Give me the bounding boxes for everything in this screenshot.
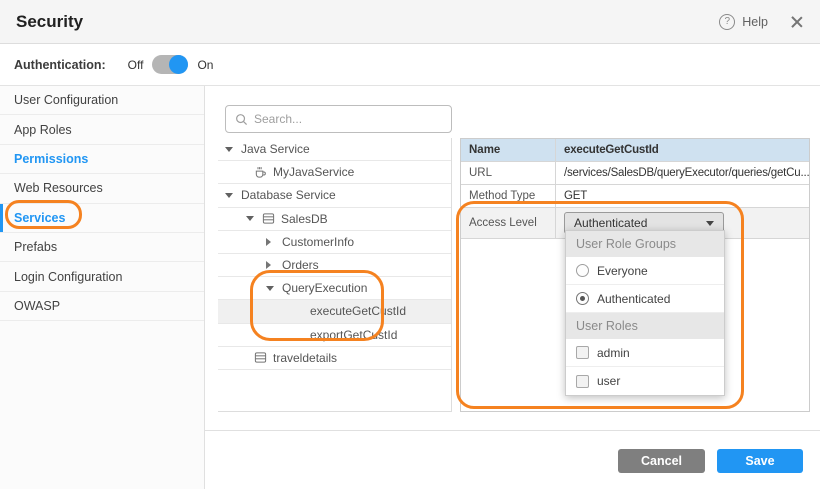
sidebar: User Configuration App Roles Permissions We… xyxy=(0,86,205,489)
tree-node-java-service[interactable]: Java Service xyxy=(218,138,451,161)
sidebar-item-user-configuration[interactable]: User Configuration xyxy=(0,86,204,115)
tree-node-label: exportGetCustId xyxy=(310,328,397,342)
radio-icon[interactable] xyxy=(576,264,589,277)
dropdown-option-label: admin xyxy=(597,346,630,360)
access-level-dropdown: User Role Groups Everyone Authenticated Use… xyxy=(565,230,725,396)
detail-row-label: Method Type xyxy=(461,185,556,207)
checkbox-icon[interactable] xyxy=(576,375,589,388)
detail-row-label: URL xyxy=(461,162,556,184)
tree-node-traveldetails[interactable]: traveldetails xyxy=(218,347,451,370)
checkbox-icon[interactable] xyxy=(576,346,589,359)
toggle-on-label: On xyxy=(197,58,213,72)
toggle-off-label: Off xyxy=(128,58,144,72)
chevron-right-icon[interactable] xyxy=(266,237,276,247)
tree-node-label: Database Service xyxy=(241,188,336,202)
sidebar-item-app-roles[interactable]: App Roles xyxy=(0,115,204,144)
tree-node-database-service[interactable]: Database Service xyxy=(218,184,451,207)
detail-row-value: GET xyxy=(556,185,809,207)
save-button[interactable]: Save xyxy=(717,449,803,473)
database-icon xyxy=(254,351,267,364)
chevron-down-icon[interactable] xyxy=(225,190,235,200)
tree-node-orders[interactable]: Orders xyxy=(218,254,451,277)
tree-node-executegetcustid[interactable]: executeGetCustId xyxy=(218,300,451,323)
toggle-knob xyxy=(169,55,188,74)
dropdown-option-label: user xyxy=(597,374,620,388)
tree-node-label: Orders xyxy=(282,258,319,272)
search-icon xyxy=(235,113,248,126)
sidebar-item-web-resources[interactable]: Web Resources xyxy=(0,174,204,203)
detail-row-method-type: Method TypeGET xyxy=(461,185,809,208)
dropdown-option-label: Authenticated xyxy=(597,292,670,306)
search-input[interactable] xyxy=(254,112,442,126)
auth-bar: Authentication: Off On xyxy=(0,44,820,86)
radio-icon[interactable] xyxy=(576,292,589,305)
tree-node-exportgetcustid[interactable]: exportGetCustId xyxy=(218,324,451,347)
database-icon xyxy=(262,212,275,225)
dropdown-group-header: User Roles xyxy=(566,313,724,339)
authentication-label: Authentication: xyxy=(14,58,106,72)
tree-node-salesdb[interactable]: SalesDB xyxy=(218,208,451,231)
dropdown-option-label: Everyone xyxy=(597,264,648,278)
security-dialog: Security ? Help Authentication: Off On U… xyxy=(0,0,820,489)
chevron-right-icon[interactable] xyxy=(266,260,276,270)
sidebar-item-label: User Configuration xyxy=(14,93,118,107)
service-tree: Java Service MyJavaService Database Servic… xyxy=(218,138,452,412)
chevron-down-icon[interactable] xyxy=(266,283,276,293)
help-icon[interactable]: ? xyxy=(719,14,735,30)
sidebar-item-label: Web Resources xyxy=(14,181,103,195)
top-bar-actions: ? Help xyxy=(719,14,804,30)
sidebar-item-permissions[interactable]: Permissions xyxy=(0,145,204,174)
sidebar-item-owasp[interactable]: OWASP xyxy=(0,292,204,321)
close-icon[interactable] xyxy=(790,15,804,29)
tree-node-label: QueryExecution xyxy=(282,281,367,295)
chevron-down-icon[interactable] xyxy=(225,144,235,154)
authentication-toggle[interactable] xyxy=(152,55,188,74)
chevron-down-icon[interactable] xyxy=(246,214,256,224)
sidebar-item-label: Prefabs xyxy=(14,240,57,254)
access-level-value: Authenticated xyxy=(574,216,647,230)
tree-node-label: Java Service xyxy=(241,142,310,156)
tree-node-queryexecution[interactable]: QueryExecution xyxy=(218,277,451,300)
detail-row-label: Name xyxy=(461,139,556,161)
sidebar-item-label: OWASP xyxy=(14,299,60,313)
dropdown-option-user[interactable]: user xyxy=(566,367,724,395)
sidebar-item-label: Permissions xyxy=(14,152,88,166)
detail-row-name: NameexecuteGetCustId xyxy=(461,139,809,162)
tree-node-label: CustomerInfo xyxy=(282,235,354,249)
dropdown-option-admin[interactable]: admin xyxy=(566,339,724,367)
detail-row-value: /services/SalesDB/queryExecutor/queries/… xyxy=(556,162,809,184)
tree-node-label: SalesDB xyxy=(281,212,328,226)
sidebar-item-prefabs[interactable]: Prefabs xyxy=(0,233,204,262)
tree-node-myjavaservice[interactable]: MyJavaService xyxy=(218,161,451,184)
tree-node-customerinfo[interactable]: CustomerInfo xyxy=(218,231,451,254)
tree-node-label: executeGetCustId xyxy=(310,304,406,318)
help-link[interactable]: Help xyxy=(742,15,768,29)
tree-node-label: MyJavaService xyxy=(273,165,354,179)
dropdown-group-header: User Role Groups xyxy=(566,231,724,257)
sidebar-item-label: Login Configuration xyxy=(14,270,122,284)
detail-row-label: Access Level xyxy=(461,208,556,238)
sidebar-item-login-configuration[interactable]: Login Configuration xyxy=(0,262,204,291)
sidebar-item-services[interactable]: Services xyxy=(0,204,204,233)
cancel-button[interactable]: Cancel xyxy=(618,449,705,473)
dropdown-option-everyone[interactable]: Everyone xyxy=(566,257,724,285)
dropdown-option-authenticated[interactable]: Authenticated xyxy=(566,285,724,313)
top-bar: Security ? Help xyxy=(0,0,820,44)
java-service-icon xyxy=(254,166,267,179)
page-title: Security xyxy=(16,12,83,32)
chevron-down-icon xyxy=(706,221,714,226)
sidebar-item-label: App Roles xyxy=(14,123,72,137)
footer-divider xyxy=(205,430,820,431)
detail-row-url: URL/services/SalesDB/queryExecutor/queri… xyxy=(461,162,809,185)
detail-row-value: executeGetCustId xyxy=(556,139,809,161)
tree-node-label: traveldetails xyxy=(273,351,337,365)
search-box xyxy=(225,105,452,133)
sidebar-item-label: Services xyxy=(14,211,65,225)
